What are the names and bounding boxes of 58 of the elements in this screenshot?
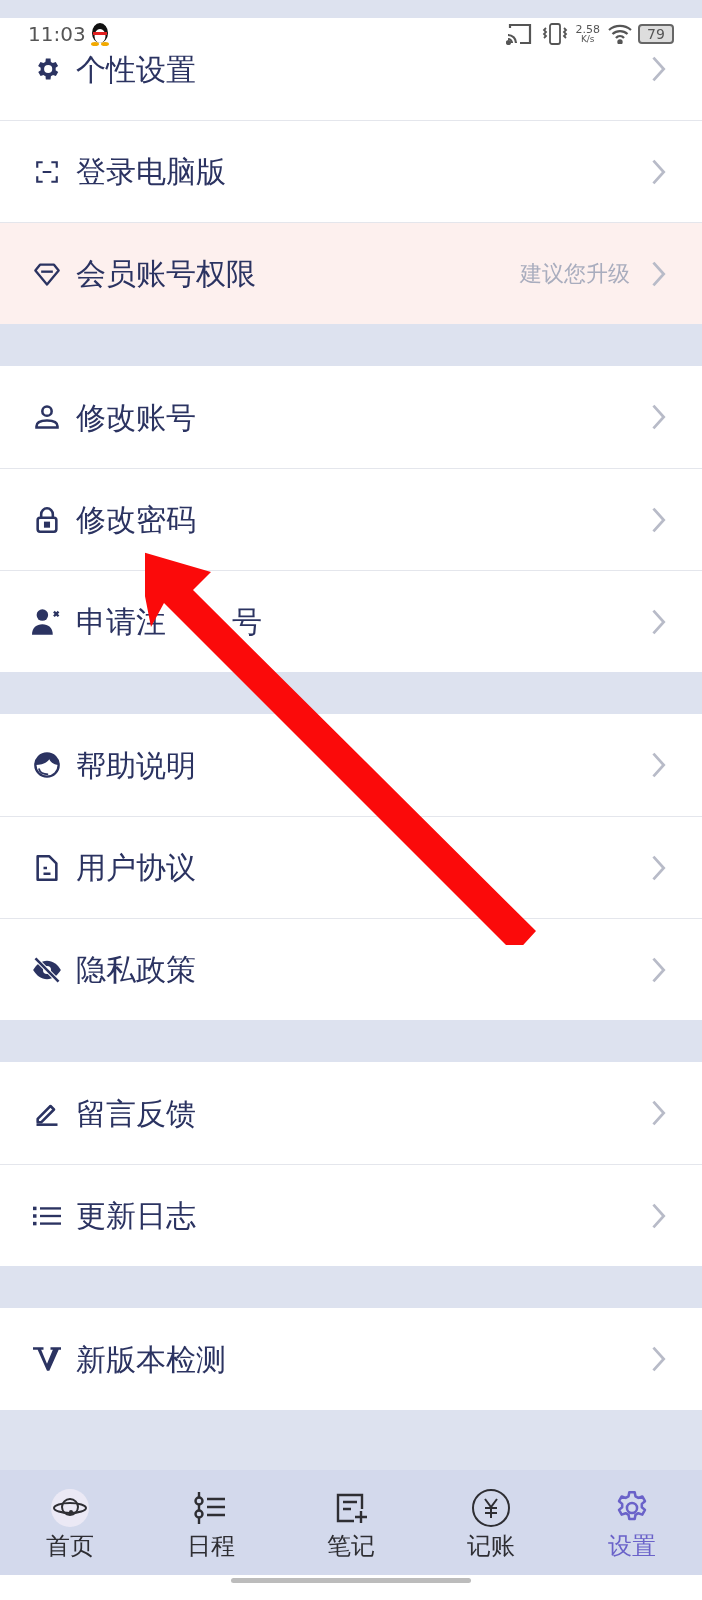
person-remove-icon <box>32 607 62 636</box>
document-icon <box>35 853 59 882</box>
row-label: 登录电脑版 <box>76 153 227 191</box>
settings-row[interactable]: 修改密码 <box>0 468 702 570</box>
chevron-right-icon[interactable] <box>650 1099 666 1127</box>
nav-tab[interactable]: 笔记 <box>280 1487 422 1558</box>
row-hint: 建议您升级 <box>520 260 630 288</box>
settings-row[interactable]: 留言反馈 <box>0 1062 702 1164</box>
nav-tab[interactable]: 设置 <box>561 1487 702 1558</box>
nav-tab[interactable]: 日程 <box>140 1487 281 1558</box>
row-label: 会员账号权限 <box>76 255 257 293</box>
row-label: 帮助说明 <box>76 746 197 785</box>
chevron-right-icon[interactable] <box>650 505 666 534</box>
settings-row[interactable]: 会员账号权限 建议您升级 <box>0 222 702 324</box>
settings-row[interactable]: 帮助说明 <box>0 714 702 816</box>
settings-row[interactable]: 登录电脑版 <box>0 120 702 222</box>
eye-slash-icon <box>32 956 62 983</box>
row-label: 隐私政策 <box>76 951 197 989</box>
v-logo-icon <box>33 1346 61 1372</box>
settings-row[interactable]: 更新日志 <box>0 1164 702 1266</box>
row-label: 新版本检测 <box>76 1340 227 1379</box>
chevron-right-icon[interactable] <box>650 607 666 636</box>
chevron-right-icon[interactable] <box>650 403 666 431</box>
nav-tab[interactable]: 记账 <box>421 1487 562 1558</box>
penguin-icon <box>89 22 110 46</box>
settings-row[interactable]: 修改账号 <box>0 366 702 468</box>
row-label: 修改账号 <box>76 398 197 437</box>
settings-row[interactable]: 新版本检测 <box>0 1308 702 1410</box>
chevron-right-icon[interactable] <box>650 853 666 882</box>
battery-icon: 79 <box>638 24 674 44</box>
net-speed: 2.58 <box>575 24 600 35</box>
net-speed-unit: K/s <box>580 35 595 44</box>
row-label: 个性设置 <box>76 50 197 89</box>
chevron-right-icon[interactable] <box>650 157 666 186</box>
planet-icon <box>50 1487 91 1528</box>
row-label: 更新日志 <box>76 1197 197 1235</box>
status-time: 11:03 <box>28 21 86 48</box>
wifi-icon <box>608 24 634 44</box>
chevron-right-icon[interactable] <box>650 751 666 779</box>
lock-icon <box>34 505 60 534</box>
row-label: 修改密码 <box>76 501 197 539</box>
person-icon <box>33 403 61 431</box>
yen-coin-icon <box>471 1487 512 1528</box>
settings-row[interactable]: 用户协议 <box>0 816 702 918</box>
settings-row[interactable]: 隐私政策 <box>0 918 702 1020</box>
chevron-right-icon[interactable] <box>650 55 666 83</box>
row-label: 号 <box>232 603 263 641</box>
chevron-right-icon[interactable] <box>650 955 666 984</box>
cast-icon <box>505 23 532 45</box>
nav-tab[interactable]: 首页 <box>0 1487 141 1558</box>
row-label: 留言反馈 <box>76 1094 197 1133</box>
scan-frame-icon <box>34 158 60 185</box>
chevron-right-icon[interactable] <box>650 1201 666 1230</box>
chevron-right-icon[interactable] <box>650 1345 666 1373</box>
chevron-right-icon[interactable] <box>650 259 666 288</box>
vibrate-icon <box>541 23 568 45</box>
headset-person-icon <box>33 751 61 779</box>
row-label: 用户协议 <box>76 849 197 887</box>
